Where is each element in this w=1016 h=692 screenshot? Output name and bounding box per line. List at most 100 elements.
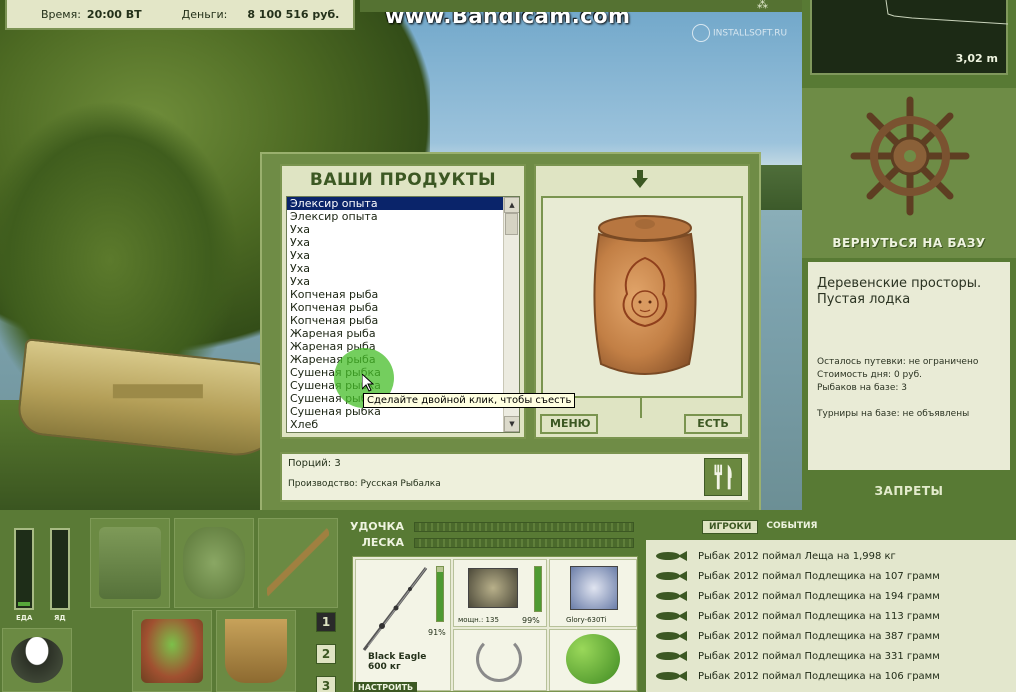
gear-panel: 91% Black Eagle 600 кг мощн.: 135 99% Glo… — [352, 556, 638, 692]
event-text: Рыбак 2012 поймал Подлещика на 107 грамм — [698, 570, 940, 582]
line-tension: ЛЕСКА — [350, 536, 642, 550]
rod-name: Black Eagle 600 кг — [368, 652, 427, 672]
product-list-item[interactable]: Хлеб — [287, 418, 503, 431]
fish-icon — [656, 591, 687, 601]
bait-slot[interactable] — [549, 629, 637, 691]
depth-value: 3,02 m — [955, 52, 998, 65]
depth-sonar: 3,02 m — [810, 0, 1009, 75]
hook-icon — [476, 636, 522, 682]
product-list-item[interactable]: Копченая рыба — [287, 288, 503, 301]
events-tabs: ИГРОКИ СОБЫТИЯ — [702, 520, 821, 534]
event-text: Рыбак 2012 поймал Подлещика на 113 грамм — [698, 610, 940, 622]
food-basket-icon — [141, 619, 203, 683]
money-value: 8 100 516 руб. — [247, 7, 340, 21]
line-slot[interactable]: Glory-630Ti — [549, 559, 637, 627]
pot-icon — [11, 637, 63, 683]
inventory-panel: ЕДА ЯД 1 2 3 — [0, 510, 350, 692]
product-list-item[interactable]: Элексир опыта — [287, 210, 503, 223]
wooden-bucket-icon — [225, 619, 287, 683]
products-dialog: ВАШИ ПРОДУКТЫ Элексир опыта Элексир опыта… — [260, 152, 761, 520]
product-list-item[interactable]: Сушеная рыбка — [287, 366, 503, 379]
product-list-item[interactable]: Уха — [287, 262, 503, 275]
net-slot[interactable] — [258, 518, 338, 608]
poison-label: ЯД — [54, 614, 66, 622]
reel-slot[interactable]: мощн.: 135 99% — [453, 559, 547, 627]
mouse-cursor-icon — [362, 374, 374, 392]
tackle-panel: УДОЧКА ЛЕСКА 91% Black Eagle 600 кг мощн.… — [350, 510, 642, 692]
sack-slot[interactable] — [174, 518, 254, 608]
event-text: Рыбак 2012 поймал Подлещика на 331 грамм — [698, 650, 940, 662]
fish-icon — [656, 551, 687, 561]
event-text: Рыбак 2012 поймал Подлещика на 194 грамм — [698, 590, 940, 602]
product-image — [541, 196, 743, 398]
reel-icon — [468, 568, 518, 608]
bans-button[interactable]: ЗАПРЕТЫ — [802, 484, 1016, 498]
butterfly-logo-icon — [692, 24, 710, 42]
info-line: Турниры на базе: не объявлены — [817, 409, 970, 419]
ship-wheel-icon — [850, 96, 970, 216]
bag-icon — [99, 527, 161, 599]
info-line: Стоимость дня: 0 руб. — [817, 370, 922, 380]
product-list-item[interactable]: Сушеная рыбка — [287, 379, 503, 392]
dialog-title: ВАШИ ПРОДУКТЫ — [309, 170, 497, 190]
scroll-up-icon[interactable]: ▲ — [504, 197, 519, 213]
scroll-down-icon[interactable]: ▼ — [504, 416, 519, 432]
setup-button[interactable]: НАСТРОИТЬ — [354, 682, 418, 692]
clay-jar-image — [593, 215, 697, 375]
product-list-item[interactable]: Копченая рыба — [287, 314, 503, 327]
return-to-base-button[interactable]: ВЕРНУТЬСЯ НА БАЗУ — [802, 88, 1016, 258]
fish-icon — [656, 651, 687, 661]
product-list-item[interactable]: Жареная рыба — [287, 327, 503, 340]
events-panel: ИГРОКИ СОБЫТИЯ Рыбак 2012 поймал Леща на… — [642, 510, 1016, 692]
event-row: Рыбак 2012 поймал Леща на 1,998 кг — [646, 546, 1016, 566]
line-tension-label: ЛЕСКА — [361, 536, 404, 549]
installsoft-watermark: INSTALLSOFT.RU — [692, 24, 787, 42]
eat-button[interactable]: ЕСТЬ — [684, 414, 742, 434]
network-icon[interactable]: ⁂ — [757, 0, 768, 11]
bucket-slot[interactable] — [216, 610, 296, 692]
tab-players[interactable]: ИГРОКИ — [702, 520, 759, 534]
product-list-item[interactable]: Жареная рыба — [287, 340, 503, 353]
return-to-base-label: ВЕРНУТЬСЯ НА БАЗУ — [832, 236, 986, 250]
line-name: Glory-630Ti — [566, 616, 607, 624]
page-button[interactable]: 1 — [316, 612, 336, 632]
production-info: Производство: Русская Рыбалка — [288, 479, 441, 489]
event-row: Рыбак 2012 поймал Подлещика на 387 грамм — [646, 626, 1016, 646]
menu-button[interactable]: МЕНЮ — [540, 414, 598, 434]
info-line: Рыбаков на базе: 3 — [817, 383, 907, 393]
page-button[interactable]: 3 — [316, 676, 336, 692]
product-list-item[interactable]: Элексир опыта — [287, 197, 503, 210]
inventory-pagination: 1 2 3 — [316, 612, 336, 692]
product-list-item[interactable]: Уха — [287, 275, 503, 288]
tab-events[interactable]: СОБЫТИЯ — [762, 520, 821, 534]
rod-slot[interactable]: 91% Black Eagle 600 кг — [355, 559, 451, 691]
product-list-item[interactable]: Уха — [287, 249, 503, 262]
rod-condition-bar — [436, 566, 444, 622]
hook-slot[interactable] — [453, 629, 547, 691]
basket-slot[interactable] — [132, 610, 212, 692]
product-list-item[interactable]: Уха — [287, 236, 503, 249]
rod-tension-bar — [414, 522, 634, 532]
money-label: Деньги: — [181, 7, 228, 21]
location-info: Деревенские просторы. Пустая лодка Остал… — [808, 262, 1010, 470]
rod-tension-label: УДОЧКА — [350, 520, 405, 533]
product-list-item[interactable]: Копченая рыба — [287, 301, 503, 314]
product-list-item[interactable]: Уха — [287, 223, 503, 236]
backpack-slot[interactable] — [90, 518, 170, 608]
page-button[interactable]: 2 — [316, 644, 336, 664]
divider — [640, 398, 642, 418]
product-list-item[interactable]: Жареная рыба — [287, 353, 503, 366]
status-bar: Время: 20:00 ВТ Деньги: 8 100 516 руб. — [5, 0, 355, 30]
scroll-thumb[interactable] — [505, 213, 518, 235]
pot-slot[interactable] — [2, 628, 72, 692]
location-title: Деревенские просторы. Пустая лодка — [817, 276, 982, 307]
portions-count: Порций: 3 — [288, 458, 341, 469]
fishing-rod-icon — [362, 567, 428, 651]
peas-bait-icon — [566, 634, 620, 684]
line-tension-bar — [414, 538, 634, 548]
arrow-down-icon — [632, 170, 648, 188]
product-details: Порций: 3 Производство: Русская Рыбалка — [280, 452, 750, 502]
fish-icon — [656, 571, 687, 581]
cutlery-icon[interactable] — [704, 458, 742, 496]
tooltip: Сделайте двойной клик, чтобы съесть — [363, 393, 576, 408]
